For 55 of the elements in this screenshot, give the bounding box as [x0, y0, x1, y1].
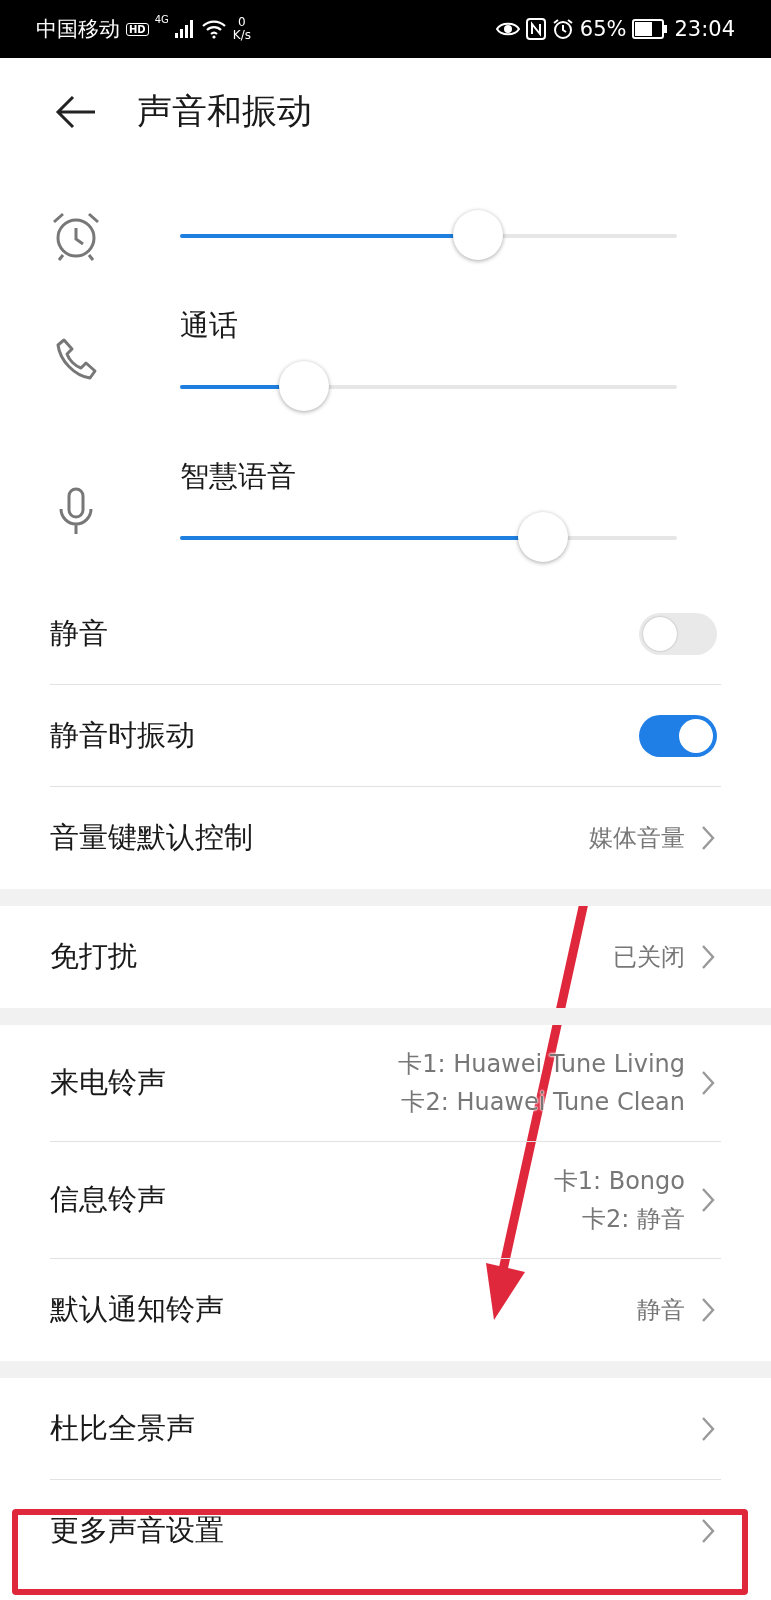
setting-label: 杜比全景声 — [50, 1409, 196, 1447]
network-type: 4G — [154, 14, 169, 25]
slider-thumb[interactable] — [517, 512, 568, 562]
back-icon[interactable] — [55, 94, 97, 129]
setting-label: 来电铃声 — [50, 1064, 167, 1101]
setting-label: 更多声音设置 — [50, 1512, 225, 1549]
battery-icon — [632, 19, 669, 39]
setting-label: 静音时振动 — [50, 716, 196, 754]
settings-row[interactable]: 静音时振动 — [50, 685, 721, 787]
speed-value: 0 — [238, 16, 246, 29]
chevron-icon — [701, 1415, 715, 1442]
hd-badge: HD — [126, 22, 149, 36]
chevron-icon — [701, 1070, 715, 1096]
settings-row[interactable]: 更多声音设置 — [50, 1480, 721, 1582]
toggle-switch[interactable] — [639, 714, 717, 757]
wifi-icon — [200, 19, 227, 39]
setting-value: 卡1: Bongo — [553, 1166, 685, 1197]
settings-row[interactable]: 静音 — [50, 583, 721, 685]
slider-thumb[interactable] — [279, 361, 330, 411]
slider-label: 通话 — [180, 307, 239, 343]
settings-row[interactable]: 音量键默认控制 媒体音量 — [50, 787, 721, 889]
page-title: 声音和振动 — [137, 90, 312, 133]
alarm-clock-icon — [50, 210, 102, 262]
volume-slider[interactable] — [180, 512, 677, 564]
setting-label: 信息铃声 — [50, 1181, 167, 1218]
clock-time: 23:04 — [674, 17, 735, 41]
volume-slider[interactable] — [180, 361, 677, 413]
settings-row[interactable]: 信息铃声 卡1: Bongo 卡2: 静音 — [50, 1142, 721, 1259]
carrier-name: 中国移动 — [36, 16, 120, 43]
settings-row[interactable]: 默认通知铃声 静音 — [50, 1259, 721, 1361]
eye-icon — [495, 20, 520, 38]
chevron-icon — [701, 1187, 715, 1213]
slider-label: 智慧语音 — [180, 458, 297, 494]
chevron-icon — [701, 944, 715, 970]
settings-row[interactable]: 免打扰 已关闭 — [50, 906, 721, 1008]
setting-value: 媒体音量 — [589, 823, 685, 854]
battery-percent: 65% — [579, 17, 627, 41]
volume-slider[interactable] — [180, 210, 677, 262]
alarm-icon — [551, 18, 574, 40]
toggle-switch[interactable] — [639, 612, 717, 655]
setting-value: 卡2: 静音 — [582, 1204, 685, 1235]
setting-label: 静音 — [50, 614, 109, 652]
setting-label: 默认通知铃声 — [50, 1291, 225, 1328]
setting-value: 已关闭 — [613, 942, 685, 973]
nfc-icon — [525, 18, 546, 40]
settings-row[interactable]: 杜比全景声 — [50, 1378, 721, 1480]
signal-icon — [174, 20, 195, 38]
chevron-icon — [701, 825, 715, 851]
setting-label: 免打扰 — [50, 938, 138, 975]
speed-unit: K/s — [232, 29, 251, 42]
setting-label: 音量键默认控制 — [50, 819, 254, 856]
chevron-icon — [701, 1297, 715, 1323]
chevron-icon — [701, 1518, 715, 1544]
slider-thumb[interactable] — [453, 210, 504, 260]
setting-value: 静音 — [637, 1295, 685, 1326]
